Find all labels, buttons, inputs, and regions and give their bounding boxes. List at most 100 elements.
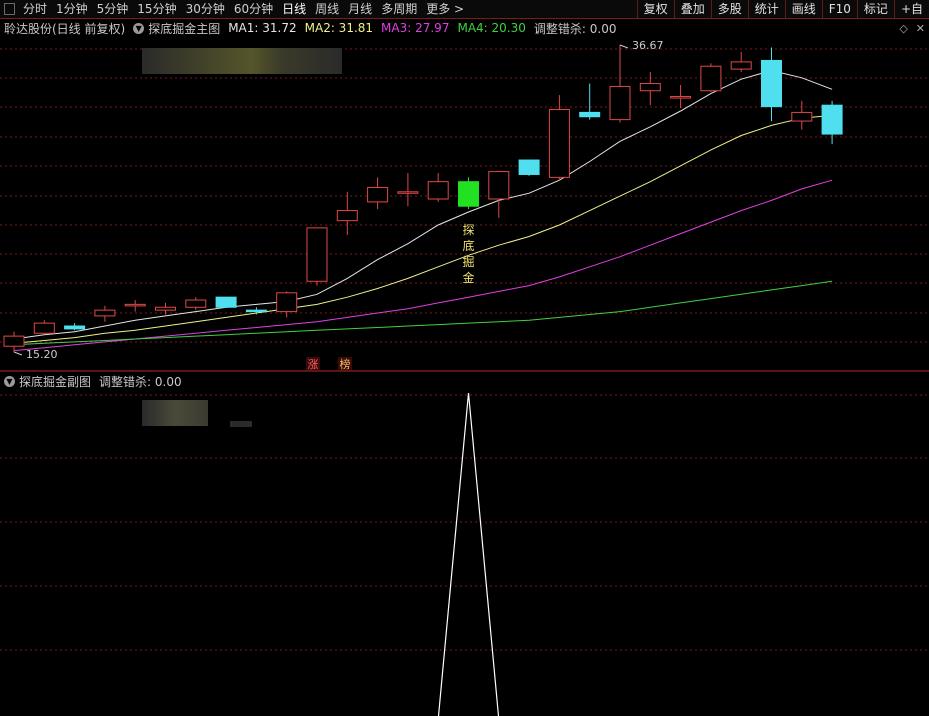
candle [791,100,813,130]
candle [245,307,267,315]
candle [458,177,479,210]
main-indicator-name[interactable]: 探底掘金主图 [148,20,220,37]
candle [609,45,631,123]
candle [215,296,237,308]
candle-body [367,186,389,203]
candle [185,297,207,311]
candle-body [579,111,601,118]
toolbar-button-6[interactable]: 标记 [856,0,894,18]
candle [761,47,782,122]
toolbar-button-7[interactable]: +自 [893,0,929,18]
timeframe-tab-10[interactable]: 更多 > [426,0,464,18]
signal-char: 金 [462,270,474,285]
candle-body [306,227,328,282]
ma-label-3: MA3: 27.97 [381,21,450,35]
toolbar-button-4[interactable]: 画线 [784,0,822,18]
candle-body [336,210,358,222]
candle [33,320,55,335]
timeframe-tab-1[interactable]: 1分钟 [56,0,88,18]
candle-body [155,306,176,311]
candle-body [3,335,25,347]
candle [276,291,298,318]
candle [397,173,419,207]
low-pointer [13,351,23,356]
candle [700,63,722,93]
close-icon[interactable]: ✕ [916,22,925,35]
blur-block [142,400,208,426]
chevron-down-icon[interactable]: ▼ [133,22,145,34]
high-price-label: 36.67 [632,39,664,52]
candle-body [124,303,146,307]
candle [336,191,358,236]
signal-char: 探 [462,223,474,237]
candle-body [488,171,510,200]
candle-body [245,309,267,313]
toolbar: 分时 1分钟 5分钟 15分钟 30分钟 60分钟 日线 周线 月线 多周期 更多 > 复权 叠加 多股… [0,0,929,19]
candle [155,302,176,315]
timeframe-tab-6[interactable]: 日线 [282,0,306,18]
timeframe-tab-0[interactable]: 分时 [23,0,47,18]
candle [94,305,116,322]
sub-indicator-line [437,392,500,716]
sub-indicator-name[interactable]: 探底掘金副图 [19,373,91,390]
candle [670,84,692,109]
signal-char: 掘 [462,254,474,269]
badge-text: 榜 [340,357,351,371]
chart-canvas[interactable]: 36.67 15.20 探底掘金涨 榜 [0,0,929,716]
stock-title[interactable]: 聆达股份(日线 前复权) [4,20,125,37]
toolbar-button-0[interactable]: 复权 [636,0,674,18]
sub-chart-header: ▼ 探底掘金副图 调整错杀: 0.00 [4,372,182,390]
badge-text: 涨 [308,358,319,371]
candle-body [33,322,55,334]
candle [3,331,25,352]
candle [64,323,86,331]
candle [821,100,843,145]
candle-body [276,292,298,313]
toolbar-button-1[interactable]: 叠加 [673,0,711,18]
timeframe-tab-5[interactable]: 60分钟 [234,0,273,18]
low-price-label: 15.20 [26,348,58,361]
candle [639,71,661,106]
candle-body [518,159,540,175]
timeframe-tab-9[interactable]: 多周期 [381,0,417,18]
layout-toggle-icon[interactable] [4,3,15,15]
toolbar-button-3[interactable]: 统计 [747,0,785,18]
blur-block [142,48,342,74]
timeframe-tab-3[interactable]: 15分钟 [137,0,176,18]
ma-label-2: MA2: 31.81 [304,21,374,35]
candle [367,177,389,210]
diamond-icon[interactable]: ◇ [899,22,907,35]
candle-body [94,309,116,317]
adjust-label: 调整错杀: 0.00 [533,21,617,36]
timeframe-tab-7[interactable]: 周线 [315,0,339,18]
timeframe-tab-4[interactable]: 30分钟 [186,0,225,18]
candle-body [548,109,570,178]
blur-block [230,421,252,427]
candle [579,83,601,120]
candle [427,173,449,202]
candle-body [761,59,782,108]
toolbar-button-2[interactable]: 多股 [710,0,748,18]
sub-adjust-label: 调整错杀: 0.00 [99,374,182,389]
candle-body [185,299,207,308]
candle [306,227,328,286]
timeframe-tab-2[interactable]: 5分钟 [97,0,129,18]
badge-1: 榜 [338,357,352,371]
chevron-down-icon[interactable]: ▼ [4,375,15,387]
ma-label-1: MA1: 31.72 [228,21,297,35]
candle-body [609,85,631,121]
main-chart-header: 聆达股份(日线 前复权) ▼ 探底掘金主图 MA1: 31.72 MA2: 31.… [4,19,616,37]
candle-body [639,83,661,92]
timeframe-tab-8[interactable]: 月线 [348,0,372,18]
toolbar-button-5[interactable]: F10 [821,0,857,18]
candle-body [791,111,813,122]
candle-body [730,61,752,70]
candle-body [427,181,449,200]
candle [730,51,752,72]
candle [518,159,540,176]
ma-line-2 [13,114,833,344]
candle-body [821,104,843,135]
ma-label-4: MA4: 20.30 [457,21,526,35]
candle-body [215,296,237,308]
candle-body [64,325,86,330]
